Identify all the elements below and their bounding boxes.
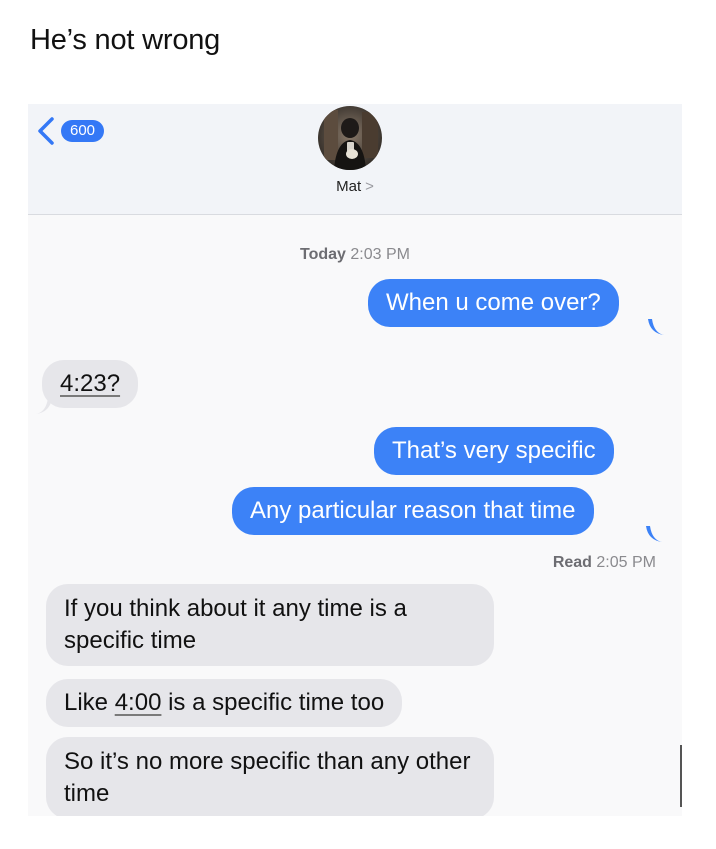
- contact-avatar[interactable]: [318, 106, 382, 170]
- bubble-tail-icon: [648, 319, 664, 335]
- scrollbar[interactable]: [680, 745, 682, 807]
- conversation-header: 600 Mat >: [28, 104, 682, 215]
- message-text: That’s very specific: [392, 437, 596, 464]
- timestamp-day: Today: [300, 246, 346, 263]
- message-bubble-incoming[interactable]: If you think about it any time is a spec…: [46, 584, 494, 666]
- read-time: 2:05 PM: [596, 554, 656, 571]
- message-bubble-incoming[interactable]: Like 4:00 is a specific time too: [46, 679, 403, 727]
- message-bubble-outgoing[interactable]: When u come over?: [368, 279, 619, 327]
- message-text: So it’s no more specific than any other …: [64, 748, 471, 807]
- chevron-right-icon: >: [365, 178, 374, 195]
- thread-timestamp: Today 2:03 PM: [28, 246, 682, 264]
- time-link[interactable]: 4:00: [115, 689, 162, 716]
- bubble-tail-icon: [36, 398, 52, 414]
- post-title: He’s not wrong: [30, 24, 221, 56]
- message-bubble-incoming[interactable]: So it’s no more specific than any other …: [46, 737, 494, 816]
- message-text: 4:23?: [60, 370, 121, 397]
- message-text: Any particular reason that time: [250, 497, 576, 524]
- message-bubble-outgoing[interactable]: That’s very specific: [374, 427, 614, 475]
- contact-name-label: Mat: [336, 178, 362, 195]
- message-text: When u come over?: [386, 289, 601, 316]
- bubble-tail-icon: [646, 526, 662, 542]
- contact-name[interactable]: Mat >: [28, 178, 682, 195]
- message-text: Like: [64, 689, 115, 716]
- back-button[interactable]: 600: [34, 116, 105, 146]
- messages-screenshot: 600 Mat > Today 2:03 PM When u come over…: [28, 104, 682, 816]
- unread-count-badge: 600: [61, 120, 105, 142]
- read-receipt: Read 2:05 PM: [553, 554, 656, 572]
- message-bubble-outgoing[interactable]: Any particular reason that time: [232, 487, 594, 535]
- message-bubble-incoming[interactable]: 4:23?: [42, 360, 139, 408]
- chevron-left-icon: [38, 117, 54, 145]
- meme-post: He’s not wrong 600 Mat > Today 2:03 PM W…: [0, 0, 716, 849]
- message-text: If you think about it any time is a spec…: [64, 595, 407, 654]
- message-text: is a specific time too: [161, 689, 385, 716]
- avatar-photo-icon: [318, 106, 382, 170]
- timestamp-time: 2:03 PM: [350, 246, 410, 263]
- read-label: Read: [552, 554, 592, 571]
